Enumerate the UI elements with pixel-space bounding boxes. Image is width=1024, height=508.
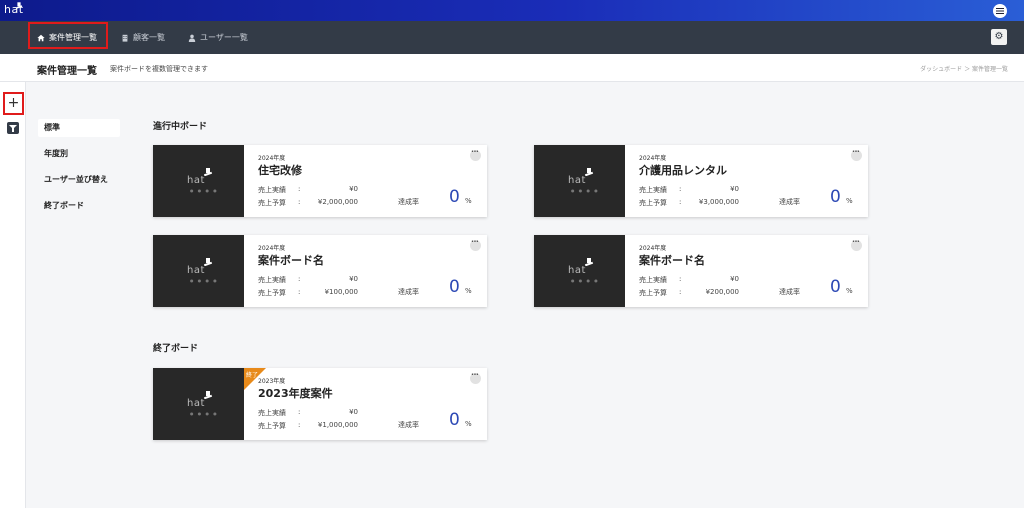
board-card[interactable]: hat ● ● ● ● 終了 2023年度 2023年度案件 売上実績 : ¥0… (153, 368, 487, 440)
sales-budget-value: ¥2,000,000 (317, 198, 358, 206)
hat-icon (584, 168, 594, 176)
closed-ribbon-label: 終了 (246, 372, 259, 379)
nav-item-customers[interactable]: 顧客一覧 (121, 21, 165, 54)
board-thumbnail: hat ● ● ● ● (153, 145, 244, 217)
more-options-icon[interactable] (470, 149, 481, 161)
rate-label: 達成率 (779, 288, 800, 296)
section-title-closed: 終了ボード (153, 344, 199, 354)
board-year: 2024年度 (258, 245, 286, 252)
page-header: 案件管理一覧 案件ボードを複数管理できます ダッシュボード ＞ 案件管理一覧 (0, 54, 1024, 82)
hat-icon (15, 2, 23, 9)
rate-percent: % (465, 197, 472, 205)
rate-value: 0 (830, 277, 841, 297)
sort-item-by-user[interactable]: ユーザー並び替え (38, 171, 120, 189)
board-name: 案件ボード名 (258, 254, 324, 267)
rate-value: 0 (449, 187, 460, 207)
menu-icon[interactable] (993, 4, 1007, 18)
filter-icon[interactable] (7, 122, 19, 134)
board-year: 2024年度 (258, 155, 286, 162)
sales-actual-value: ¥0 (349, 275, 358, 283)
hat-icon (203, 168, 213, 176)
sales-actual-value: ¥0 (730, 185, 739, 193)
user-icon (188, 34, 196, 42)
sales-actual-value: ¥0 (349, 185, 358, 193)
sort-item-closed[interactable]: 終了ボード (38, 197, 120, 215)
sales-budget-value: ¥3,000,000 (698, 198, 739, 206)
page-title: 案件管理一覧 (37, 66, 97, 77)
sort-menu: 標準 年度別 ユーザー並び替え 終了ボード (38, 119, 120, 223)
more-options-icon[interactable] (470, 239, 481, 251)
rate-percent: % (846, 197, 853, 205)
board-year: 2024年度 (639, 245, 667, 252)
rate-label: 達成率 (398, 421, 419, 429)
active-nav-highlight (28, 22, 108, 49)
add-board-button[interactable]: + (3, 92, 24, 115)
board-thumbnail: hat ● ● ● ● (153, 368, 244, 440)
board-thumbnail: hat ● ● ● ● (534, 235, 625, 307)
sales-actual-value: ¥0 (730, 275, 739, 283)
board-card[interactable]: hat ● ● ● ● 2024年度 介護用品レンタル 売上実績 : ¥0 売上… (534, 145, 868, 217)
page-subtitle: 案件ボードを複数管理できます (110, 65, 208, 73)
thumb-dots: ● ● ● ● (571, 278, 600, 283)
nav-label: 顧客一覧 (133, 33, 165, 42)
rate-value: 0 (449, 410, 460, 430)
board-name: 介護用品レンタル (639, 164, 727, 177)
rate-percent: % (846, 287, 853, 295)
main-nav: 案件管理一覧 顧客一覧 ユーザー一覧 ⚙ (0, 21, 1024, 54)
board-year: 2023年度 (258, 378, 286, 385)
board-thumbnail: hat ● ● ● ● (153, 235, 244, 307)
board-name: 案件ボード名 (639, 254, 705, 267)
rate-label: 達成率 (398, 198, 419, 206)
sort-item-standard[interactable]: 標準 (38, 119, 120, 137)
board-name: 住宅改修 (258, 164, 302, 177)
brand-bar: hat (0, 0, 1024, 21)
rate-value: 0 (830, 187, 841, 207)
nav-item-users[interactable]: ユーザー一覧 (188, 21, 248, 54)
rate-value: 0 (449, 277, 460, 297)
hat-icon (203, 391, 213, 399)
thumb-logo: hat (568, 265, 586, 276)
rate-label: 達成率 (398, 288, 419, 296)
building-icon (122, 34, 128, 42)
nav-label: ユーザー一覧 (200, 33, 248, 42)
thumb-logo: hat (187, 175, 205, 186)
thumb-logo: hat (568, 175, 586, 186)
board-card[interactable]: hat ● ● ● ● 2024年度 住宅改修 売上実績 : ¥0 売上予算 :… (153, 145, 487, 217)
left-rail (0, 82, 26, 508)
sales-budget-value: ¥100,000 (324, 288, 358, 296)
hat-icon (584, 258, 594, 266)
thumb-dots: ● ● ● ● (190, 278, 219, 283)
section-title-active: 進行中ボード (153, 122, 208, 132)
board-name: 2023年度案件 (258, 387, 333, 400)
more-options-icon[interactable] (851, 239, 862, 251)
board-thumbnail: hat ● ● ● ● (534, 145, 625, 217)
thumb-logo: hat (187, 398, 205, 409)
more-options-icon[interactable] (851, 149, 862, 161)
thumb-dots: ● ● ● ● (571, 188, 600, 193)
board-card[interactable]: hat ● ● ● ● 2024年度 案件ボード名 売上実績 : ¥0 売上予算… (153, 235, 487, 307)
rate-label: 達成率 (779, 198, 800, 206)
sales-actual-value: ¥0 (349, 408, 358, 416)
thumb-dots: ● ● ● ● (190, 188, 219, 193)
hat-icon (203, 258, 213, 266)
thumb-logo: hat (187, 265, 205, 276)
sales-budget-value: ¥1,000,000 (317, 421, 358, 429)
rate-percent: % (465, 420, 472, 428)
sales-budget-value: ¥200,000 (705, 288, 739, 296)
gear-icon[interactable]: ⚙ (991, 29, 1007, 45)
breadcrumb[interactable]: ダッシュボード ＞ 案件管理一覧 (920, 64, 1008, 73)
sort-item-by-year[interactable]: 年度別 (38, 145, 120, 163)
rate-percent: % (465, 287, 472, 295)
board-year: 2024年度 (639, 155, 667, 162)
more-options-icon[interactable] (470, 372, 481, 384)
thumb-dots: ● ● ● ● (190, 411, 219, 416)
board-card[interactable]: hat ● ● ● ● 2024年度 案件ボード名 売上実績 : ¥0 売上予算… (534, 235, 868, 307)
